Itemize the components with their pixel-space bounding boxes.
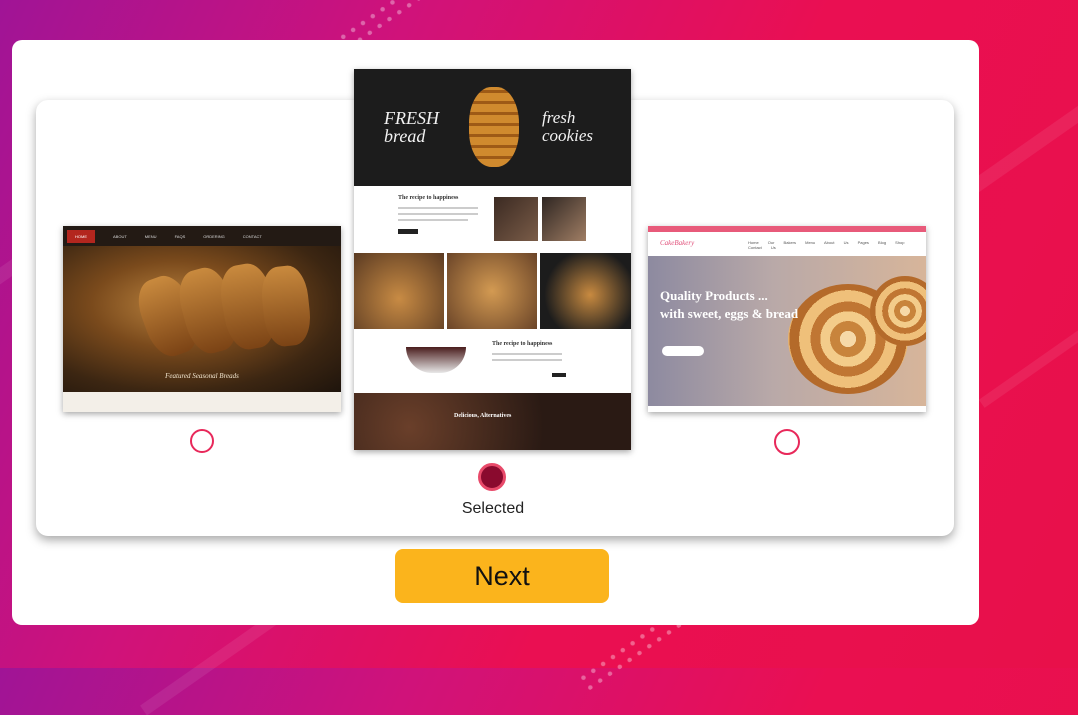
nav-item: HOME — [67, 229, 95, 243]
gallery-photo — [354, 253, 444, 329]
next-button[interactable]: Next — [395, 549, 609, 603]
template-thumbnail-bakery-3[interactable]: CakeBakery Home Our Bakers Menu About Us… — [648, 226, 926, 412]
nav-item: ORDERING — [203, 233, 225, 239]
hero-headline-1: Quality Products ... — [660, 288, 768, 303]
hero-headline-2: with sweet, eggs & bread — [660, 306, 799, 321]
croissant-image — [469, 87, 519, 167]
nav-item: CONTACT — [242, 233, 262, 239]
hero-text-left: FRESH bread — [384, 108, 439, 146]
hero-text-right: fresh cookies — [542, 108, 593, 145]
nav-item: FAQS — [174, 233, 186, 239]
thumbnail-logo: CakeBakery — [660, 239, 695, 247]
nav-item: ABOUT — [113, 233, 127, 239]
section-title: The recipe to happiness — [492, 341, 553, 347]
thumbnail-caption: Featured Seasonal Breads — [165, 372, 239, 380]
template-thumbnail-bakery-2[interactable]: FRESH bread fresh cookies The recipe to … — [354, 69, 631, 450]
bread-photo — [63, 246, 341, 392]
background-stripe — [978, 262, 1078, 408]
template-radio-2[interactable] — [478, 463, 506, 491]
section-title: The recipe to happiness — [398, 195, 459, 201]
cookies-banner — [354, 393, 631, 450]
selected-label: Selected — [461, 500, 525, 517]
thumbnail-footer — [63, 392, 341, 412]
cinnamon-roll-photo — [648, 256, 926, 406]
template-radio-3[interactable] — [774, 429, 800, 455]
nav-item: MENU — [144, 233, 157, 239]
thumbnail-navbar: HOME ABOUT MENU FAQS ORDERING CONTACT — [63, 226, 341, 246]
gallery-photo — [540, 253, 631, 329]
section-title: Delicious, Alternatives — [454, 413, 512, 419]
template-radio-1[interactable] — [190, 429, 214, 453]
cake-photo — [542, 197, 586, 241]
template-thumbnail-bakery-1[interactable]: HOME ABOUT MENU FAQS ORDERING CONTACT Fe… — [63, 226, 341, 412]
gallery-photo — [447, 253, 537, 329]
thumbnail-hero-button — [662, 346, 704, 356]
thumbnail-nav-links: Home Our Bakers Menu About Us Pages Blog… — [748, 240, 905, 250]
bowl-image — [406, 347, 466, 373]
coffee-photo — [494, 197, 538, 241]
hero-banner: FRESH bread fresh cookies — [354, 69, 631, 186]
